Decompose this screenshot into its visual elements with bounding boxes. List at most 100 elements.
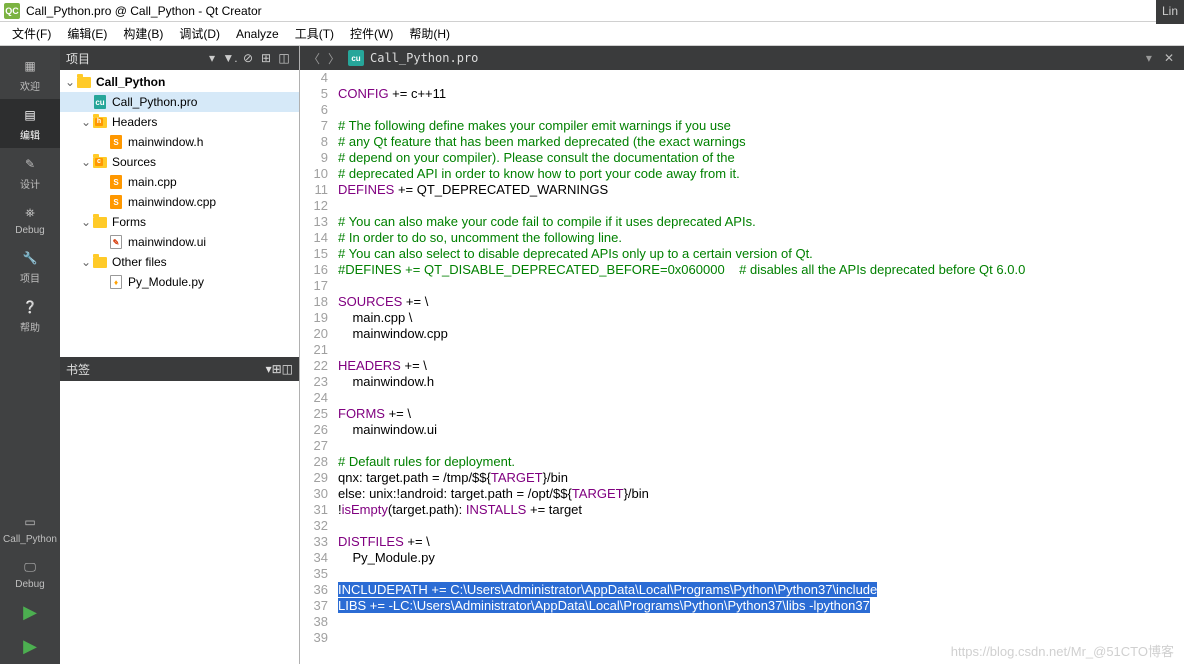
menu-item[interactable]: 帮助(H) [401, 23, 458, 44]
code-line[interactable]: !isEmpty(target.path): INSTALLS += targe… [338, 502, 1184, 518]
link-icon[interactable]: ⊘ [239, 51, 257, 65]
mode-欢迎[interactable]: ▦欢迎 [0, 50, 60, 99]
mode-帮助[interactable]: ❔帮助 [0, 291, 60, 340]
tree-node[interactable]: ⌄ Other files [60, 252, 299, 272]
tree-label: Call_Python.pro [112, 95, 197, 109]
code-line[interactable] [338, 278, 1184, 294]
code-line[interactable]: FORMS += \ [338, 406, 1184, 422]
code-line[interactable] [338, 614, 1184, 630]
tree-label: main.cpp [128, 175, 177, 189]
code-line[interactable] [338, 518, 1184, 534]
target-play-green[interactable]: ▶ [0, 596, 60, 630]
menu-item[interactable]: 控件(W) [342, 23, 401, 44]
code-line[interactable]: # depend on your compiler). Please consu… [338, 150, 1184, 166]
mode-项目[interactable]: 🔧项目 [0, 242, 60, 291]
mode-label: 帮助 [20, 319, 40, 334]
code-lines[interactable]: CONFIG += c++11 # The following define ma… [336, 70, 1184, 664]
code-line[interactable] [338, 342, 1184, 358]
tree-node[interactable]: Smainwindow.h [60, 132, 299, 152]
menu-item[interactable]: 编辑(E) [59, 23, 115, 44]
code-line[interactable]: main.cpp \ [338, 310, 1184, 326]
tree-label: Sources [112, 155, 156, 169]
mode-编辑[interactable]: ▤编辑 [0, 99, 60, 148]
code-line[interactable]: # In order to do so, uncomment the follo… [338, 230, 1184, 246]
bookmarks-header: 书签 ▾ ⊞ ◫ [60, 357, 299, 381]
tree-node[interactable]: cuCall_Python.pro [60, 92, 299, 112]
tree-twisty-icon[interactable]: ⌄ [80, 215, 92, 229]
tree-twisty-icon[interactable]: ⌄ [80, 255, 92, 269]
qt-creator-logo: QC [4, 3, 20, 19]
code-line[interactable]: DISTFILES += \ [338, 534, 1184, 550]
menu-item[interactable]: 文件(F) [4, 23, 59, 44]
editor-filename[interactable]: Call_Python.pro [368, 51, 1140, 65]
code-editor[interactable]: 4567891011121314151617181920212223242526… [300, 70, 1184, 664]
menu-item[interactable]: 工具(T) [287, 23, 342, 44]
code-line[interactable] [338, 198, 1184, 214]
code-line[interactable] [338, 70, 1184, 86]
editor-area: 〈 〉 cu Call_Python.pro ▾ ✕ Lin 456789101… [300, 46, 1184, 664]
tree-node[interactable]: ✎mainwindow.ui [60, 232, 299, 252]
code-line[interactable]: mainwindow.cpp [338, 326, 1184, 342]
file-dropdown-icon[interactable]: ▾ [1140, 51, 1158, 65]
code-line[interactable]: # Default rules for deployment. [338, 454, 1184, 470]
code-line[interactable]: mainwindow.h [338, 374, 1184, 390]
mode-设计[interactable]: ✎设计 [0, 148, 60, 197]
target-Debug[interactable]: 🖵Debug [0, 551, 60, 596]
add-icon[interactable]: ⊞ [272, 362, 282, 376]
code-line[interactable]: # The following define makes your compil… [338, 118, 1184, 134]
nav-back-icon[interactable]: 〈 [304, 50, 324, 67]
code-line[interactable]: CONFIG += c++11 [338, 86, 1184, 102]
code-line[interactable]: SOURCES += \ [338, 294, 1184, 310]
mode-label: 项目 [20, 270, 40, 285]
menu-item[interactable]: Analyze [228, 25, 287, 43]
tree-twisty-icon[interactable]: ⌄ [64, 75, 76, 89]
code-line[interactable]: #DEFINES += QT_DISABLE_DEPRECATED_BEFORE… [338, 262, 1184, 278]
mode-ribbon: ▦欢迎▤编辑✎设计⛯Debug🔧项目❔帮助▭Call_Python🖵Debug▶… [0, 46, 60, 664]
tree-label: mainwindow.h [128, 135, 203, 149]
code-line[interactable]: qnx: target.path = /tmp/$${TARGET}/bin [338, 470, 1184, 486]
code-line[interactable] [338, 566, 1184, 582]
code-line[interactable] [338, 102, 1184, 118]
tree-label: Call_Python [96, 75, 165, 89]
mode-label: 编辑 [20, 127, 40, 142]
dropdown-icon[interactable]: ▾ [203, 51, 221, 65]
tree-label: Other files [112, 255, 167, 269]
code-line[interactable]: LIBS += -LC:\Users\Administrator\AppData… [338, 598, 1184, 614]
mode-label: 设计 [20, 176, 40, 191]
tree-node[interactable]: ⌄ Call_Python [60, 72, 299, 92]
mode-Debug[interactable]: ⛯Debug [0, 197, 60, 242]
code-line[interactable]: Py_Module.py [338, 550, 1184, 566]
split-icon[interactable]: ◫ [282, 362, 293, 376]
code-line[interactable]: else: unix:!android: target.path = /opt/… [338, 486, 1184, 502]
target-play-bug[interactable]: ▶ [0, 630, 60, 664]
tree-twisty-icon[interactable]: ⌄ [80, 155, 92, 169]
target-Call_Python[interactable]: ▭Call_Python [0, 506, 60, 551]
code-line[interactable]: # You can also make your code fail to co… [338, 214, 1184, 230]
project-tree[interactable]: ⌄Call_PythoncuCall_Python.pro⌄hHeadersSm… [60, 70, 299, 357]
tree-node[interactable]: ⌄Forms [60, 212, 299, 232]
code-line[interactable] [338, 438, 1184, 454]
menu-item[interactable]: 构建(B) [115, 23, 171, 44]
code-line[interactable]: mainwindow.ui [338, 422, 1184, 438]
menubar: 文件(F)编辑(E)构建(B)调试(D)Analyze工具(T)控件(W)帮助(… [0, 22, 1184, 46]
code-line[interactable]: # deprecated API in order to know how to… [338, 166, 1184, 182]
split-icon[interactable]: ◫ [275, 51, 293, 65]
tree-node[interactable]: ♦Py_Module.py [60, 272, 299, 292]
add-icon[interactable]: ⊞ [257, 51, 275, 65]
tree-node[interactable]: Smainwindow.cpp [60, 192, 299, 212]
code-line[interactable] [338, 390, 1184, 406]
code-line[interactable]: # You can also select to disable depreca… [338, 246, 1184, 262]
tree-twisty-icon[interactable]: ⌄ [80, 115, 92, 129]
tree-label: mainwindow.ui [128, 235, 206, 249]
close-tab-icon[interactable]: ✕ [1158, 51, 1180, 65]
code-line[interactable]: HEADERS += \ [338, 358, 1184, 374]
code-line[interactable]: # any Qt feature that has been marked de… [338, 134, 1184, 150]
tree-node[interactable]: ⌄hHeaders [60, 112, 299, 132]
code-line[interactable]: DEFINES += QT_DEPRECATED_WARNINGS [338, 182, 1184, 198]
nav-fwd-icon[interactable]: 〉 [324, 50, 344, 67]
menu-item[interactable]: 调试(D) [171, 23, 228, 44]
tree-node[interactable]: ⌄cSources [60, 152, 299, 172]
filter-icon[interactable]: ▼. [221, 51, 239, 65]
code-line[interactable]: INCLUDEPATH += C:\Users\Administrator\Ap… [338, 582, 1184, 598]
tree-node[interactable]: Smain.cpp [60, 172, 299, 192]
